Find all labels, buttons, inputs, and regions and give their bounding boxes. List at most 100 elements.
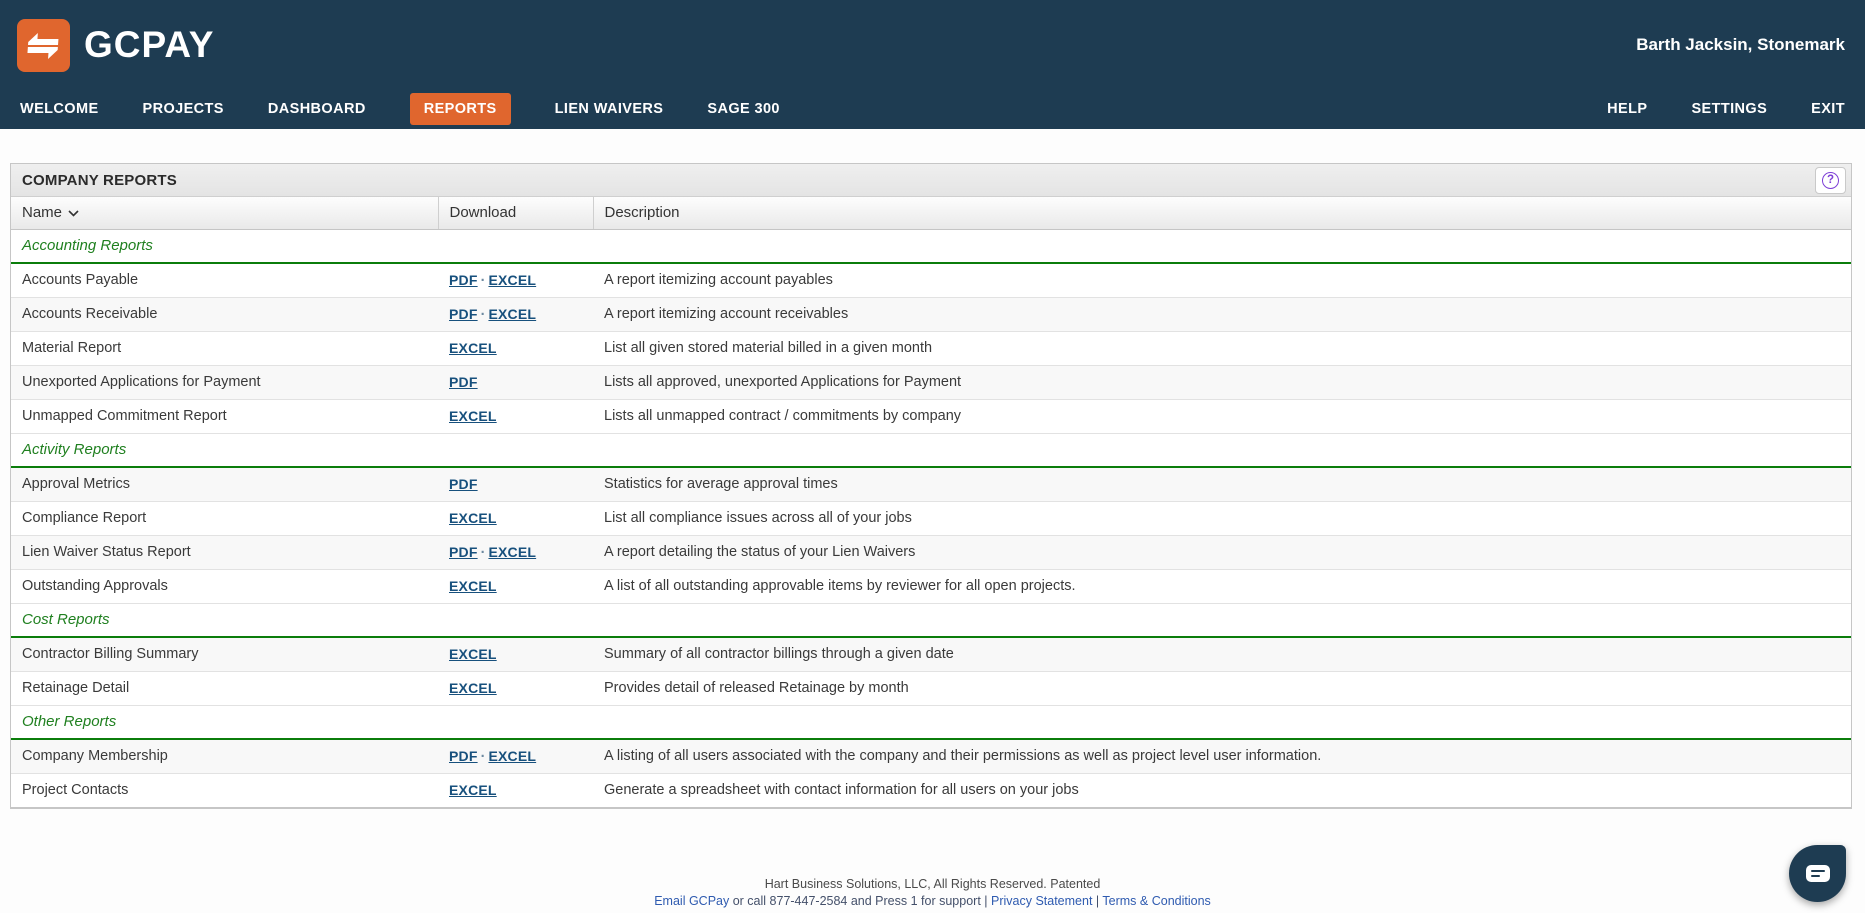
user-name: Barth Jacksin, Stonemark <box>1636 35 1845 55</box>
report-description: A report detailing the status of your Li… <box>593 535 1851 569</box>
report-description: Lists all unmapped contract / commitment… <box>593 399 1851 433</box>
excel-download-link[interactable]: EXCEL <box>449 680 497 696</box>
section-label: Activity Reports <box>11 433 1851 467</box>
nav-item-dashboard[interactable]: DASHBOARD <box>268 93 366 125</box>
company-reports-panel: COMPANY REPORTS ? Name Download Descript… <box>10 163 1852 809</box>
excel-download-link[interactable]: EXCEL <box>488 748 536 764</box>
download-links: PDF·EXCEL <box>438 297 593 331</box>
section-row: Other Reports <box>11 705 1851 739</box>
download-links: EXCEL <box>438 501 593 535</box>
nav-item-help[interactable]: HELP <box>1607 93 1647 125</box>
panel-titlebar: COMPANY REPORTS ? <box>11 164 1851 197</box>
nav-item-sage-300[interactable]: SAGE 300 <box>707 93 780 125</box>
footer-copyright: Hart Business Solutions, LLC, All Rights… <box>0 876 1865 893</box>
report-name: Approval Metrics <box>11 467 438 501</box>
chat-bubble-icon <box>1806 865 1830 882</box>
help-button[interactable]: ? <box>1815 167 1846 194</box>
report-description: A report itemizing account payables <box>593 263 1851 297</box>
gcpay-swap-arrows-icon <box>17 19 70 72</box>
nav-item-welcome[interactable]: WELCOME <box>20 93 99 125</box>
nav-item-lien-waivers[interactable]: LIEN WAIVERS <box>555 93 664 125</box>
header-top: GCPAY Barth Jacksin, Stonemark <box>0 0 1865 89</box>
pdf-download-link[interactable]: PDF <box>449 748 478 764</box>
footer-text: | <box>1092 894 1102 908</box>
table-row: Approval Metrics PDF Statistics for aver… <box>11 467 1851 501</box>
section-label: Cost Reports <box>11 603 1851 637</box>
section-row: Accounting Reports <box>11 229 1851 263</box>
table-row: Retainage Detail EXCEL Provides detail o… <box>11 671 1851 705</box>
report-description: Statistics for average approval times <box>593 467 1851 501</box>
report-description: List all compliance issues across all of… <box>593 501 1851 535</box>
report-description: Summary of all contractor billings throu… <box>593 637 1851 671</box>
report-name: Contractor Billing Summary <box>11 637 438 671</box>
report-name: Outstanding Approvals <box>11 569 438 603</box>
table-row: Company Membership PDF·EXCEL A listing o… <box>11 739 1851 773</box>
column-header-name[interactable]: Name <box>11 197 438 229</box>
report-description: Lists all approved, unexported Applicati… <box>593 365 1851 399</box>
footer: Hart Business Solutions, LLC, All Rights… <box>0 876 1865 910</box>
table-row: Compliance Report EXCEL List all complia… <box>11 501 1851 535</box>
download-links: PDF·EXCEL <box>438 535 593 569</box>
app-header: GCPAY Barth Jacksin, Stonemark WELCOME P… <box>0 0 1865 129</box>
footer-text: | <box>984 894 991 908</box>
pdf-download-link[interactable]: PDF <box>449 544 478 560</box>
pdf-download-link[interactable]: PDF <box>449 374 478 390</box>
download-links: PDF <box>438 467 593 501</box>
report-description: A list of all outstanding approvable ite… <box>593 569 1851 603</box>
table-row: Accounts Payable PDF·EXCEL A report item… <box>11 263 1851 297</box>
pdf-download-link[interactable]: PDF <box>449 272 478 288</box>
nav-item-projects[interactable]: PROJECTS <box>143 93 224 125</box>
logo[interactable]: GCPAY <box>17 17 214 72</box>
report-name: Project Contacts <box>11 773 438 807</box>
download-links: EXCEL <box>438 399 593 433</box>
nav-item-reports[interactable]: REPORTS <box>410 93 511 125</box>
excel-download-link[interactable]: EXCEL <box>488 272 536 288</box>
report-name: Retainage Detail <box>11 671 438 705</box>
chat-launcher-button[interactable] <box>1789 845 1846 902</box>
report-description: A listing of all users associated with t… <box>593 739 1851 773</box>
column-header-download: Download <box>438 197 593 229</box>
report-description: Provides detail of released Retainage by… <box>593 671 1851 705</box>
footer-link-terms-conditions[interactable]: Terms & Conditions <box>1102 894 1210 908</box>
report-description: A report itemizing account receivables <box>593 297 1851 331</box>
section-row: Activity Reports <box>11 433 1851 467</box>
excel-download-link[interactable]: EXCEL <box>488 544 536 560</box>
excel-download-link[interactable]: EXCEL <box>449 510 497 526</box>
section-row: Cost Reports <box>11 603 1851 637</box>
report-name: Accounts Receivable <box>11 297 438 331</box>
excel-download-link[interactable]: EXCEL <box>449 340 497 356</box>
excel-download-link[interactable]: EXCEL <box>488 306 536 322</box>
nav-item-settings[interactable]: SETTINGS <box>1691 93 1767 125</box>
section-label: Other Reports <box>11 705 1851 739</box>
reports-table-body: Accounting Reports Accounts Payable PDF·… <box>11 229 1851 807</box>
nav-item-exit[interactable]: EXIT <box>1811 93 1845 125</box>
table-row: Outstanding Approvals EXCEL A list of al… <box>11 569 1851 603</box>
table-row: Unmapped Commitment Report EXCEL Lists a… <box>11 399 1851 433</box>
report-name: Lien Waiver Status Report <box>11 535 438 569</box>
nav-left: WELCOME PROJECTS DASHBOARD REPORTS LIEN … <box>20 93 780 125</box>
download-links: PDF·EXCEL <box>438 263 593 297</box>
table-row: Accounts Receivable PDF·EXCEL A report i… <box>11 297 1851 331</box>
footer-link-privacy-statement[interactable]: Privacy Statement <box>991 894 1092 908</box>
footer-text: or call 877-447-2584 and Press 1 for sup… <box>729 894 984 908</box>
download-links: EXCEL <box>438 773 593 807</box>
link-separator: · <box>478 545 489 561</box>
column-header-name-label: Name <box>22 204 62 221</box>
pdf-download-link[interactable]: PDF <box>449 306 478 322</box>
excel-download-link[interactable]: EXCEL <box>449 578 497 594</box>
report-name: Unmapped Commitment Report <box>11 399 438 433</box>
download-links: PDF <box>438 365 593 399</box>
sort-chevron-down-icon <box>68 210 79 217</box>
main-nav: WELCOME PROJECTS DASHBOARD REPORTS LIEN … <box>0 89 1865 129</box>
link-separator: · <box>478 749 489 765</box>
excel-download-link[interactable]: EXCEL <box>449 408 497 424</box>
download-links: EXCEL <box>438 671 593 705</box>
excel-download-link[interactable]: EXCEL <box>449 782 497 798</box>
excel-download-link[interactable]: EXCEL <box>449 646 497 662</box>
report-name: Company Membership <box>11 739 438 773</box>
footer-link-email-gcpay[interactable]: Email GCPay <box>654 894 729 908</box>
download-links: PDF·EXCEL <box>438 739 593 773</box>
pdf-download-link[interactable]: PDF <box>449 476 478 492</box>
link-separator: · <box>478 273 489 289</box>
brand-name: GCPAY <box>84 24 214 66</box>
